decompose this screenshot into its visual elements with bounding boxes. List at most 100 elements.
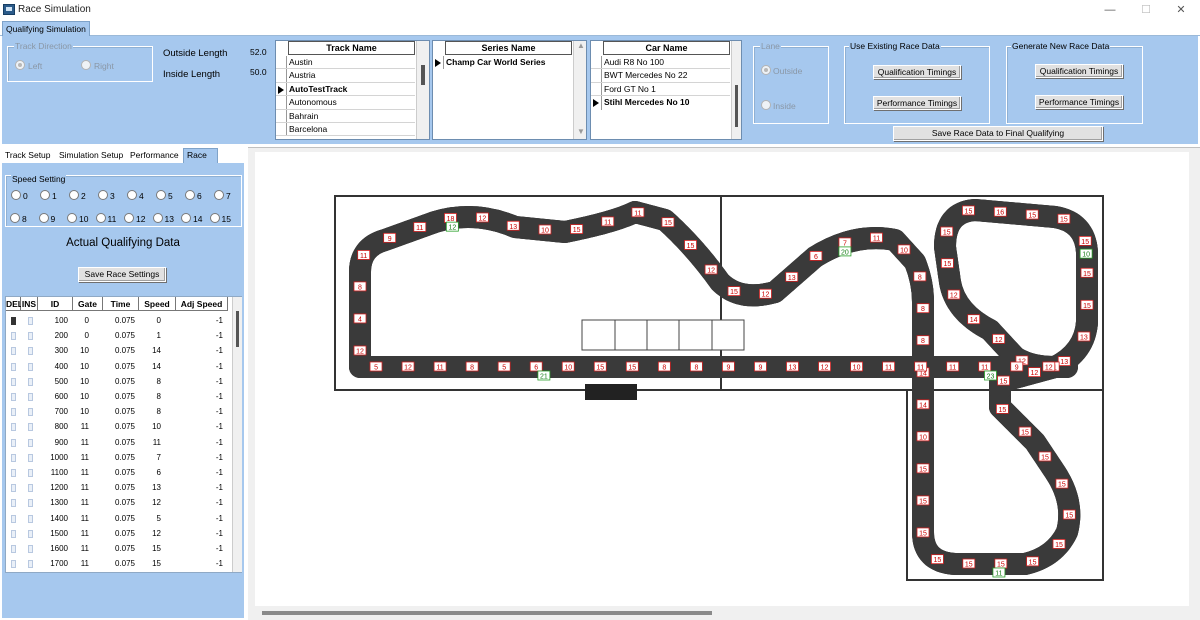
speed-radio-4[interactable] xyxy=(127,190,137,200)
delete-row-icon[interactable] xyxy=(11,560,16,569)
cell-gate[interactable]: 11 xyxy=(73,511,89,526)
speed-radio-14[interactable] xyxy=(181,213,191,223)
cell-gate[interactable]: 11 xyxy=(73,465,89,480)
cell-adj-speed[interactable]: -1 xyxy=(176,374,223,389)
speed-radio-8[interactable] xyxy=(10,213,20,223)
list-item[interactable]: Audi R8 No 100 xyxy=(591,56,730,70)
delete-row-icon[interactable] xyxy=(11,347,16,356)
speed-radio-7[interactable] xyxy=(214,190,224,200)
insert-row-icon[interactable] xyxy=(28,332,33,341)
insert-row-icon[interactable] xyxy=(28,393,33,401)
insert-row-icon[interactable] xyxy=(28,484,33,493)
cell-time[interactable]: 0.075 xyxy=(103,313,135,328)
list-item-selected[interactable]: Stihl Mercedes No 10 xyxy=(591,96,730,110)
cell-gate[interactable]: 10 xyxy=(73,404,89,419)
cell-gate[interactable]: 10 xyxy=(73,374,89,389)
cell-speed[interactable]: 0 xyxy=(139,313,161,328)
insert-row-icon[interactable] xyxy=(28,408,33,417)
cell-time[interactable]: 0.075 xyxy=(103,404,135,419)
delete-row-icon[interactable] xyxy=(11,423,16,432)
cell-id[interactable]: 500 xyxy=(38,374,68,389)
cell-id[interactable]: 900 xyxy=(38,435,68,450)
list-item[interactable]: Bahrain xyxy=(276,109,415,123)
cell-gate[interactable]: 10 xyxy=(73,359,89,374)
speed-radio-5[interactable] xyxy=(156,190,166,200)
speed-radio-9[interactable] xyxy=(38,213,49,223)
list-item[interactable]: BWT Mercedes No 22 xyxy=(591,69,730,83)
list-item[interactable]: Austin xyxy=(276,56,415,70)
cell-id[interactable]: 1200 xyxy=(38,480,68,495)
speed-radio-12[interactable] xyxy=(124,213,134,223)
cell-speed[interactable]: 7 xyxy=(139,450,161,465)
table-row[interactable]: 500 10 0.075 8 -1 xyxy=(6,374,234,389)
direction-right-radio[interactable] xyxy=(81,60,91,70)
speed-radio-1[interactable] xyxy=(40,190,50,200)
cell-gate[interactable]: 11 xyxy=(73,419,89,434)
existing-performance-timings-button[interactable]: Performance Timings xyxy=(873,96,961,110)
cell-speed[interactable]: 10 xyxy=(139,419,161,434)
cell-adj-speed[interactable]: -1 xyxy=(176,495,223,510)
list-item[interactable]: Austria xyxy=(276,69,415,83)
cell-speed[interactable]: 12 xyxy=(139,495,161,510)
speed-radio-6[interactable] xyxy=(185,190,195,200)
table-row[interactable]: 900 11 0.075 11 -1 xyxy=(6,435,234,450)
cell-gate[interactable]: 11 xyxy=(73,541,89,556)
track-view-vertical-scrollbar[interactable] xyxy=(1190,152,1200,607)
cell-speed[interactable]: 8 xyxy=(139,389,161,404)
cell-time[interactable]: 0.075 xyxy=(103,541,135,556)
tab-simulation-setup[interactable]: Simulation Setup xyxy=(59,150,123,160)
cell-gate[interactable]: 0 xyxy=(73,328,89,343)
cell-time[interactable]: 0.075 xyxy=(103,511,135,526)
delete-row-icon[interactable] xyxy=(11,469,16,477)
list-item[interactable]: Barcelona xyxy=(276,123,415,137)
save-race-settings-button[interactable]: Save Race Settings xyxy=(78,267,166,282)
minimize-button[interactable]: — xyxy=(1097,2,1123,18)
cell-id[interactable]: 1400 xyxy=(38,511,68,526)
delete-row-icon[interactable] xyxy=(11,332,16,341)
table-row[interactable]: 1400 11 0.075 5 -1 xyxy=(6,511,234,526)
cell-time[interactable]: 0.075 xyxy=(103,480,135,495)
delete-row-icon[interactable] xyxy=(11,514,16,523)
insert-row-icon[interactable] xyxy=(28,317,33,325)
cell-speed[interactable]: 1 xyxy=(139,328,161,343)
cell-speed[interactable]: 13 xyxy=(139,480,161,495)
cell-speed[interactable]: 5 xyxy=(139,511,161,526)
tab-race[interactable]: Race xyxy=(187,150,207,160)
table-row[interactable]: 1300 11 0.075 12 -1 xyxy=(6,495,234,510)
tab-performance[interactable]: Performance xyxy=(130,150,179,160)
delete-row-icon[interactable] xyxy=(11,453,16,462)
table-row[interactable]: 1000 11 0.075 7 -1 xyxy=(6,450,234,465)
cell-adj-speed[interactable]: -1 xyxy=(176,389,223,404)
cell-adj-speed[interactable]: -1 xyxy=(176,541,223,556)
tab-track-setup[interactable]: Track Setup xyxy=(5,150,51,160)
maximize-button[interactable]: ☐ xyxy=(1133,2,1159,18)
cell-id[interactable]: 100 xyxy=(38,313,68,328)
speed-radio-2[interactable] xyxy=(69,190,79,200)
cell-time[interactable]: 0.075 xyxy=(103,328,135,343)
cell-adj-speed[interactable]: -1 xyxy=(176,359,223,374)
cell-time[interactable]: 0.075 xyxy=(103,526,135,541)
delete-row-icon[interactable] xyxy=(11,377,16,386)
table-row[interactable]: 1500 11 0.075 12 -1 xyxy=(6,526,234,541)
cell-adj-speed[interactable]: -1 xyxy=(176,450,223,465)
cell-time[interactable]: 0.075 xyxy=(103,343,135,358)
table-row[interactable]: 700 10 0.075 8 -1 xyxy=(6,404,234,419)
speed-radio-15[interactable] xyxy=(209,213,220,223)
cell-speed[interactable]: 14 xyxy=(139,359,161,374)
insert-row-icon[interactable] xyxy=(28,560,33,569)
lane-outside-radio[interactable] xyxy=(761,65,771,75)
cell-time[interactable]: 0.075 xyxy=(103,465,135,480)
table-row[interactable]: 400 10 0.075 14 -1 xyxy=(6,359,234,374)
insert-row-icon[interactable] xyxy=(28,514,33,523)
cell-time[interactable]: 0.075 xyxy=(103,495,135,510)
cell-time[interactable]: 0.075 xyxy=(103,359,135,374)
cell-id[interactable]: 1100 xyxy=(38,465,68,480)
insert-row-icon[interactable] xyxy=(28,499,33,508)
generate-qualification-timings-button[interactable]: Qualification Timings xyxy=(1035,64,1123,78)
cell-adj-speed[interactable]: -1 xyxy=(176,328,223,343)
cell-id[interactable]: 1600 xyxy=(38,541,68,556)
close-button[interactable]: ✕ xyxy=(1168,2,1194,18)
delete-row-icon[interactable] xyxy=(11,408,16,417)
cell-id[interactable]: 200 xyxy=(38,328,68,343)
insert-row-icon[interactable] xyxy=(28,469,33,477)
